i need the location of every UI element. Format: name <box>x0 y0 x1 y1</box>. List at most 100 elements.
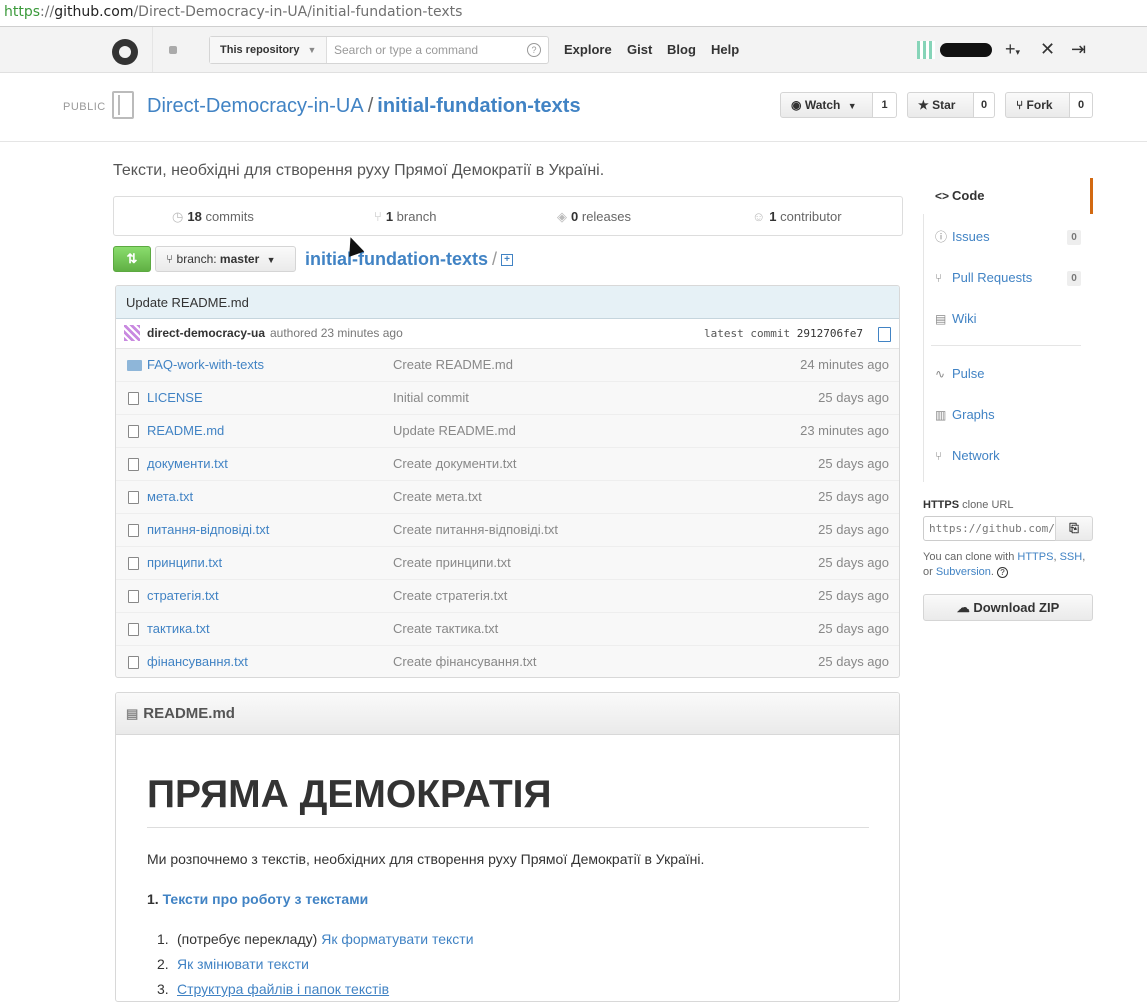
file-name-link[interactable]: принципи.txt <box>147 546 222 579</box>
file-name-link[interactable]: FAQ-work-with-texts <box>147 348 264 381</box>
contributors-stat[interactable]: ☺ 1 contributor <box>752 209 842 224</box>
sidebar-item-code[interactable]: <> Code <box>923 178 1093 214</box>
search-scope-dropdown[interactable]: This repository ▼ <box>210 37 327 63</box>
clone-https-link[interactable]: HTTPS <box>1017 551 1053 563</box>
clone-help-text: You can clone with HTTPS, SSH, or Subver… <box>923 550 1098 580</box>
file-name-link[interactable]: README.md <box>147 414 224 447</box>
nav-help[interactable]: Help <box>711 42 739 57</box>
download-zip-label: Download ZIP <box>973 600 1060 615</box>
repo-owner-link[interactable]: Direct-Democracy-in-UA <box>147 95 364 117</box>
file-name-link[interactable]: LICENSE <box>147 381 203 414</box>
nav-gist[interactable]: Gist <box>627 42 652 57</box>
sidebar-item-pulse[interactable]: ∿ Pulse <box>923 356 1093 392</box>
notifications-icon[interactable] <box>169 46 177 54</box>
help-icon[interactable]: ? <box>997 567 1009 578</box>
file-commit-message[interactable]: Create стратегія.txt <box>393 579 507 612</box>
address-bar[interactable]: https://github.com/Direct-Democracy-in-U… <box>0 0 1147 27</box>
file-commit-message[interactable]: Create питання-відповіді.txt <box>393 513 558 546</box>
releases-stat[interactable]: ◈ 0 releases <box>557 209 631 225</box>
search-input[interactable]: Search or type a command <box>334 37 478 63</box>
file-age: 25 days ago <box>818 456 889 471</box>
clone-ssh-link[interactable]: SSH <box>1060 551 1083 563</box>
list-item-prefix: (потребує перекладу) <box>177 931 322 947</box>
clipboard-icon[interactable] <box>878 327 891 342</box>
file-icon <box>128 557 139 570</box>
file-commit-message[interactable]: Create принципи.txt <box>393 546 511 579</box>
list-item-link[interactable]: Як форматувати тексти <box>321 931 473 947</box>
sidebar-item-issues[interactable]: ⓘ Issues 0 <box>923 219 1093 255</box>
file-commit-message[interactable]: Create тактика.txt <box>393 612 498 645</box>
fork-count[interactable]: 0 <box>1070 92 1093 118</box>
file-commit-message[interactable]: Create README.md <box>393 348 513 381</box>
copy-clone-url-button[interactable]: ⎘ <box>1055 516 1093 541</box>
table-row: мета.txt Create мета.txt 25 days ago <box>116 480 899 514</box>
file-name-link[interactable]: фінансування.txt <box>147 645 248 677</box>
url-separator: :// <box>40 4 55 20</box>
file-name-link[interactable]: мета.txt <box>147 480 193 513</box>
search-help-icon[interactable]: ? <box>527 43 541 57</box>
fork-button[interactable]: ⑂ Fork <box>1005 92 1070 118</box>
nav-explore[interactable]: Explore <box>564 42 612 57</box>
code-icon: <> <box>935 189 950 203</box>
download-zip-button[interactable]: ☁ Download ZIP <box>923 594 1093 621</box>
github-logo-icon[interactable] <box>112 39 138 65</box>
pull-request-icon: ⑂ <box>935 271 943 285</box>
commit-author-link[interactable]: direct-democracy-ua <box>147 319 265 348</box>
watch-button[interactable]: ◉ Watch ▼ <box>780 92 873 118</box>
breadcrumb-repo-link[interactable]: initial-fundation-texts <box>305 249 488 269</box>
list-item-number: 2. <box>157 956 169 972</box>
list-item-number: 1. <box>157 931 169 947</box>
clone-svn-link[interactable]: Subversion <box>936 566 991 578</box>
sign-out-icon[interactable]: ⇥ <box>1071 39 1086 60</box>
add-file-icon[interactable]: + <box>501 254 514 267</box>
latest-commit-meta: direct-democracy-ua authored 23 minutes … <box>116 319 899 349</box>
sidebar-item-wiki[interactable]: ▤ Wiki <box>923 301 1093 337</box>
file-commit-message[interactable]: Create документи.txt <box>393 447 517 480</box>
file-commit-message[interactable]: Create мета.txt <box>393 480 482 513</box>
star-count[interactable]: 0 <box>974 92 995 118</box>
fork-icon: ⑂ <box>1016 98 1024 112</box>
repo-book-icon <box>112 91 134 119</box>
chevron-down-icon: ▼ <box>266 255 276 265</box>
readme-section-link[interactable]: Тексти про роботу з текстами <box>163 891 369 907</box>
clone-url-text: clone URL <box>959 499 1014 511</box>
commits-count: 18 <box>187 209 202 224</box>
branches-stat[interactable]: ⑂ 1 branch <box>374 209 436 224</box>
file-commit-message[interactable]: Create фінансування.txt <box>393 645 537 677</box>
file-icon <box>128 623 139 636</box>
commits-stat[interactable]: ◷ 18 commits <box>172 209 254 225</box>
file-name-link[interactable]: тактика.txt <box>147 612 210 645</box>
sidebar-item-label: Graphs <box>952 407 995 422</box>
branches-count: 1 <box>385 209 394 224</box>
file-age: 25 days ago <box>818 588 889 603</box>
avatar[interactable] <box>917 41 935 59</box>
graph-icon: ▥ <box>935 408 947 422</box>
sidebar-item-graphs[interactable]: ▥ Graphs <box>923 397 1093 433</box>
clone-help-3: . <box>990 566 994 578</box>
star-button[interactable]: ★ Star <box>907 92 974 118</box>
nav-blog[interactable]: Blog <box>667 42 696 57</box>
sidebar-item-network[interactable]: ⑂ Network <box>923 438 1093 474</box>
file-name-link[interactable]: стратегія.txt <box>147 579 219 612</box>
watch-count[interactable]: 1 <box>873 92 897 118</box>
latest-commit-label: latest commit 2912706fe7 <box>704 319 863 348</box>
compare-review-button[interactable]: ⇅ <box>113 246 151 272</box>
repo-name-link[interactable]: initial-fundation-texts <box>377 95 580 117</box>
username-redacted[interactable] <box>940 43 992 57</box>
sidebar-item-pull-requests[interactable]: ⑂ Pull Requests 0 <box>923 260 1093 296</box>
file-name-link[interactable]: питання-відповіді.txt <box>147 513 269 546</box>
list-item-link[interactable]: Як змінювати тексти <box>177 956 309 972</box>
clone-url-input[interactable]: https://github.com/Direct-Democracy-in-U… <box>923 516 1056 541</box>
settings-tools-icon[interactable]: ✕ <box>1040 39 1055 60</box>
file-name-link[interactable]: документи.txt <box>147 447 228 480</box>
latest-commit-message[interactable]: Update README.md <box>116 286 899 319</box>
file-commit-message[interactable]: Initial commit <box>393 381 469 414</box>
branch-select-button[interactable]: ⑂ branch: master ▼ <box>155 246 296 272</box>
list-item-link[interactable]: Структура файлів і папок текстів <box>177 981 389 997</box>
commit-sha-link[interactable]: 2912706fe7 <box>797 327 863 340</box>
add-new-icon[interactable]: +▾ <box>1005 39 1020 60</box>
sidebar-item-label: Pull Requests <box>952 270 1033 285</box>
branches-label: branch <box>396 209 437 224</box>
file-commit-message[interactable]: Update README.md <box>393 414 516 447</box>
commit-author-avatar[interactable] <box>124 325 140 341</box>
